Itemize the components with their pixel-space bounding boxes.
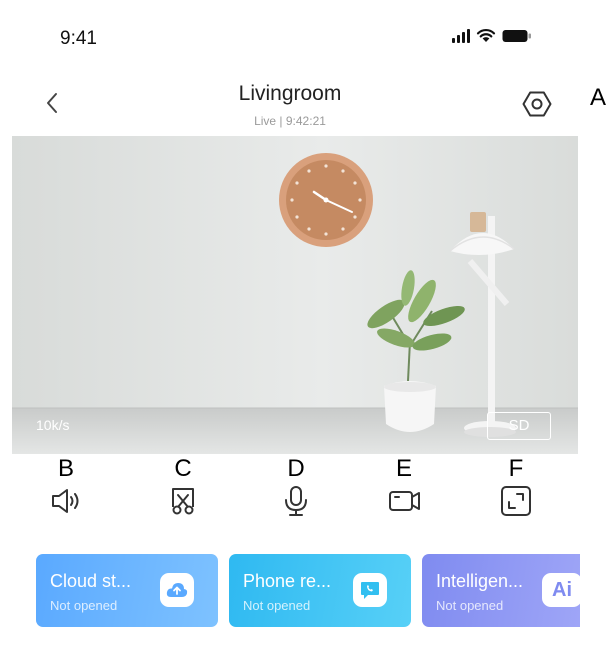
video-record-icon (389, 491, 420, 511)
phone-chat-icon (353, 573, 387, 607)
card-status: Not opened (243, 598, 311, 613)
record-button[interactable]: E (376, 455, 432, 525)
fullscreen-icon (501, 486, 531, 516)
card-status: Not opened (50, 598, 118, 613)
status-bar: 9:41 (0, 0, 580, 80)
speaker-icon (52, 489, 79, 513)
bitrate-readout: 10k/s (36, 417, 70, 433)
marker-a: A (590, 84, 607, 111)
wifi-icon (476, 29, 496, 42)
card-status: Not opened (436, 598, 504, 613)
settings-hexagon-icon (522, 91, 552, 117)
ai-icon: Ai (542, 573, 580, 607)
fullscreen-button[interactable]: F (488, 455, 544, 525)
screenshot-button[interactable]: C (155, 455, 211, 525)
quality-sd-button[interactable]: SD (487, 412, 551, 440)
intelligent-card[interactable]: Intelligen... Not opened Ai (422, 554, 580, 627)
live-video-feed[interactable] (12, 136, 578, 454)
marker-d: D (287, 455, 305, 482)
marker-b: B (57, 455, 74, 482)
status-icons (452, 28, 532, 43)
page-title: Livingroom (238, 82, 342, 105)
video-frame (12, 136, 578, 454)
ai-icon-text: Ai (552, 578, 572, 601)
cloud-storage-card[interactable]: Cloud st... Not opened (36, 554, 218, 627)
marker-c: C (174, 455, 192, 482)
control-bar: B C D E F (0, 455, 612, 525)
signal-icon (452, 28, 470, 43)
marker-f: F (508, 455, 524, 482)
microphone-button[interactable]: D (268, 455, 324, 525)
phone-reminder-card[interactable]: Phone re... Not opened (229, 554, 411, 627)
live-timestamp: Live | 9:42:21 (254, 114, 326, 128)
marker-e: E (395, 455, 412, 482)
speaker-button[interactable]: B (38, 455, 94, 525)
microphone-icon (285, 486, 307, 516)
settings-button[interactable] (522, 89, 552, 119)
cloud-upload-icon (160, 573, 194, 607)
status-time: 9:41 (60, 28, 97, 49)
card-title: Phone re... (243, 571, 332, 591)
wall-clock-image (279, 153, 373, 247)
card-title: Intelligen... (436, 571, 524, 591)
screenshot-scissors-icon (172, 488, 194, 515)
header: Livingroom Live | 9:42:21 (0, 80, 612, 136)
battery-icon (502, 29, 531, 42)
card-title: Cloud st... (50, 571, 132, 591)
feature-cards: Cloud st... Not opened Phone re... Not o… (0, 554, 580, 628)
